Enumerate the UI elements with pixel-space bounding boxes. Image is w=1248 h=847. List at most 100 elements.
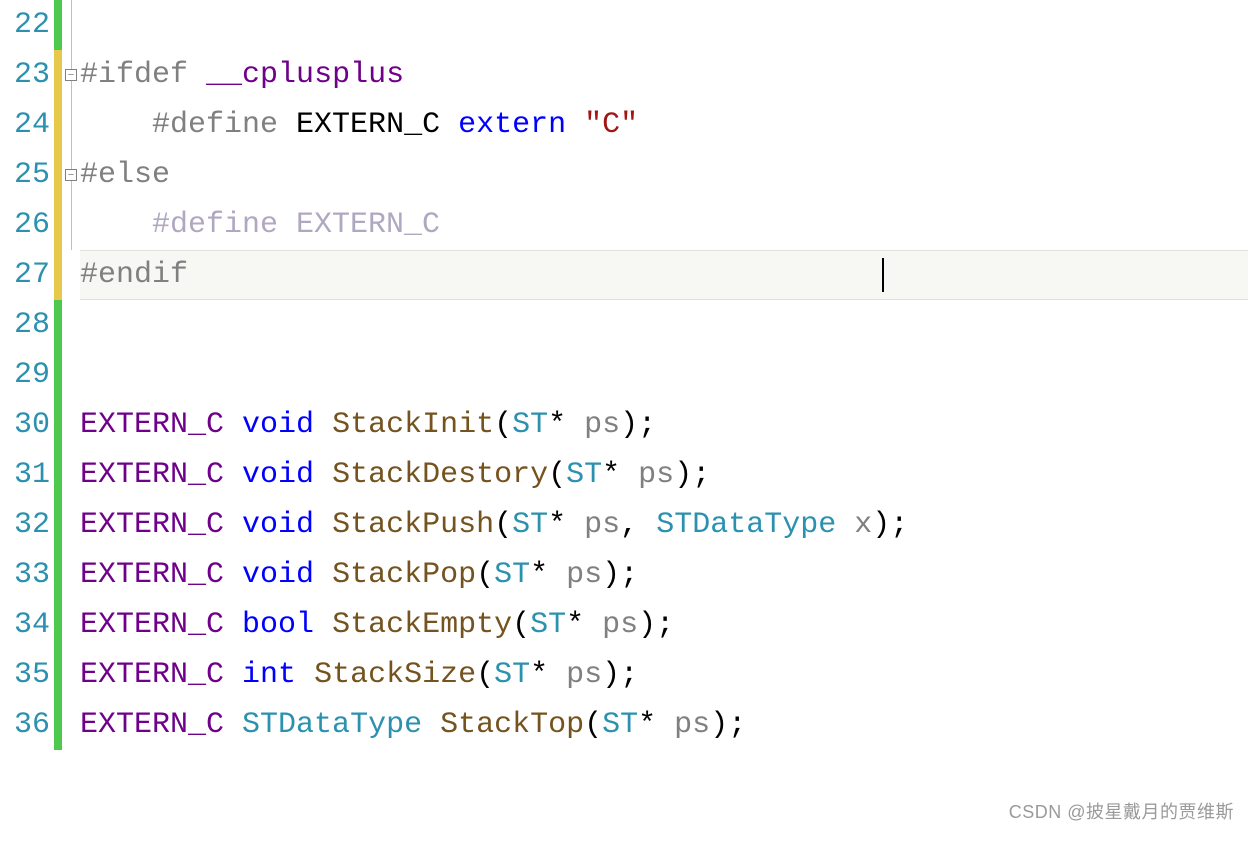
code-token [224, 600, 242, 650]
fold-column [62, 500, 80, 550]
code-line[interactable]: #else [80, 150, 1248, 200]
code-token: #ifdef [80, 50, 188, 100]
line-number: 23 [0, 50, 54, 100]
code-token: ps [566, 650, 602, 700]
fold-column [62, 550, 80, 600]
code-token: ps [566, 550, 602, 600]
line-number: 34 [0, 600, 54, 650]
watermark: CSDN @披星戴月的贾维斯 [1009, 787, 1234, 837]
change-indicator [54, 400, 62, 450]
code-token [314, 500, 332, 550]
gutter-row: 35 [0, 650, 80, 700]
code-area[interactable]: #ifdef __cplusplus #define EXTERN_C exte… [80, 0, 1248, 847]
code-token: ); [602, 550, 638, 600]
code-token: EXTERN_C [80, 700, 224, 750]
code-token: ps [638, 450, 674, 500]
code-token: StackInit [332, 400, 494, 450]
code-line[interactable]: EXTERN_C STDataType StackTop(ST* ps); [80, 700, 1248, 750]
change-indicator [54, 450, 62, 500]
code-token: ST [566, 450, 602, 500]
code-editor[interactable]: 2223−2425−2627282930313233343536 #ifdef … [0, 0, 1248, 847]
code-token: ( [512, 600, 530, 650]
code-token [224, 450, 242, 500]
code-line[interactable] [80, 300, 1248, 350]
code-token [224, 700, 242, 750]
code-token [224, 400, 242, 450]
line-number: 28 [0, 300, 54, 350]
fold-column [62, 100, 80, 150]
code-line[interactable]: EXTERN_C void StackPush(ST* ps, STDataTy… [80, 500, 1248, 550]
line-number: 27 [0, 250, 54, 300]
code-token [224, 650, 242, 700]
change-indicator [54, 700, 62, 750]
fold-toggle-icon[interactable]: − [65, 169, 77, 181]
code-token: * [638, 700, 674, 750]
code-token [566, 100, 584, 150]
gutter-row: 36 [0, 700, 80, 750]
line-number: 36 [0, 700, 54, 750]
change-indicator [54, 150, 62, 200]
code-token: ST [494, 550, 530, 600]
code-line[interactable]: #define EXTERN_C [80, 200, 1248, 250]
code-token: bool [242, 600, 314, 650]
gutter-row: 26 [0, 200, 80, 250]
code-token: ); [872, 500, 908, 550]
line-number: 33 [0, 550, 54, 600]
code-line[interactable]: EXTERN_C bool StackEmpty(ST* ps); [80, 600, 1248, 650]
code-token: ( [584, 700, 602, 750]
code-token [296, 650, 314, 700]
fold-column[interactable]: − [62, 50, 80, 100]
code-token: STDataType [242, 700, 422, 750]
code-token: ( [476, 550, 494, 600]
code-token: ( [548, 450, 566, 500]
code-line[interactable]: EXTERN_C void StackDestory(ST* ps); [80, 450, 1248, 500]
line-number: 31 [0, 450, 54, 500]
change-indicator [54, 500, 62, 550]
code-token: * [602, 450, 638, 500]
code-token: StackPop [332, 550, 476, 600]
code-token: ST [512, 500, 548, 550]
code-token: , [620, 500, 656, 550]
code-token: ps [602, 600, 638, 650]
gutter-row: 25− [0, 150, 80, 200]
code-token: x [854, 500, 872, 550]
line-number: 25 [0, 150, 54, 200]
code-line[interactable]: #endif [80, 250, 1248, 300]
code-token [314, 550, 332, 600]
change-indicator [54, 600, 62, 650]
gutter-row: 29 [0, 350, 80, 400]
gutter-row: 22 [0, 0, 80, 50]
code-token: * [530, 650, 566, 700]
code-line[interactable] [80, 0, 1248, 50]
code-token: ); [602, 650, 638, 700]
fold-column [62, 350, 80, 400]
fold-column [62, 450, 80, 500]
fold-toggle-icon[interactable]: − [65, 69, 77, 81]
fold-column[interactable]: − [62, 150, 80, 200]
code-line[interactable] [80, 350, 1248, 400]
code-token [80, 100, 152, 150]
change-indicator [54, 350, 62, 400]
gutter-row: 32 [0, 500, 80, 550]
gutter-row: 24 [0, 100, 80, 150]
code-line[interactable]: EXTERN_C void StackInit(ST* ps); [80, 400, 1248, 450]
code-token: ST [512, 400, 548, 450]
code-token: EXTERN_C [80, 500, 224, 550]
code-token [422, 700, 440, 750]
code-token: ST [494, 650, 530, 700]
code-token: EXTERN_C [80, 450, 224, 500]
change-indicator [54, 50, 62, 100]
code-token: ps [674, 700, 710, 750]
code-line[interactable]: EXTERN_C void StackPop(ST* ps); [80, 550, 1248, 600]
code-token: void [242, 550, 314, 600]
code-line[interactable]: #ifdef __cplusplus [80, 50, 1248, 100]
code-token: StackDestory [332, 450, 548, 500]
code-token: ST [602, 700, 638, 750]
line-number: 26 [0, 200, 54, 250]
code-token: ( [476, 650, 494, 700]
code-line[interactable]: #define EXTERN_C extern "C" [80, 100, 1248, 150]
fold-column [62, 300, 80, 350]
code-line[interactable]: EXTERN_C int StackSize(ST* ps); [80, 650, 1248, 700]
code-token: #define EXTERN_C [152, 200, 440, 250]
code-token: EXTERN_C [278, 100, 458, 150]
